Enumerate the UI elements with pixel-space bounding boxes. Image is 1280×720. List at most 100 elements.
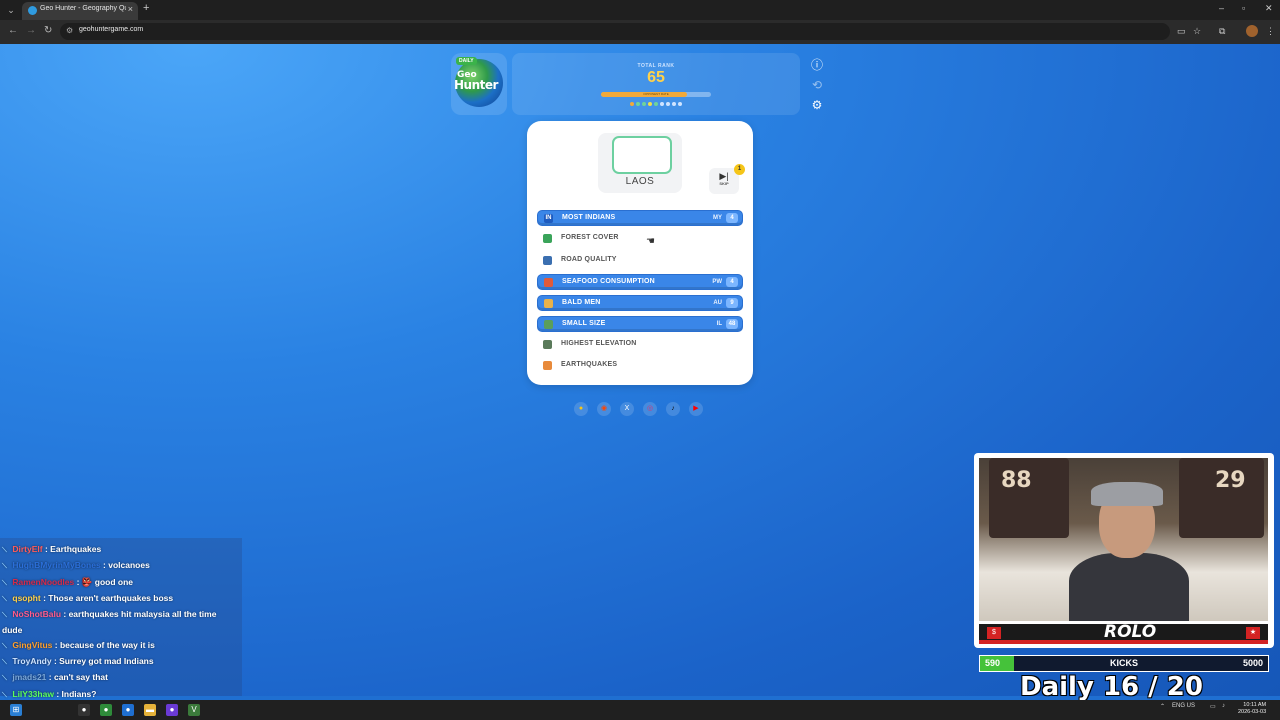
tray-chevron-icon[interactable]: ⌃ [1160, 703, 1165, 710]
category-row[interactable]: FOREST COVER [537, 231, 743, 247]
sword-badge-icon: ⟍ [2, 596, 7, 603]
browser-tab-bar: ⌄ Geo Hunter - Geography Quiz × + – ▫ ✕ [0, 0, 1280, 20]
x-icon[interactable]: X [620, 402, 634, 416]
tiktok-icon[interactable]: ♪ [666, 402, 680, 416]
jersey-number: 88 [1001, 468, 1032, 493]
reddit-icon[interactable]: ◉ [597, 402, 611, 416]
volume-icon[interactable]: ♪ [1222, 703, 1225, 709]
maximize-icon[interactable]: ▫ [1242, 3, 1245, 13]
tab-search-icon[interactable]: ⌄ [4, 3, 18, 17]
chat-username: DirtyElf [12, 544, 43, 554]
chat-username: RamenNoodles [12, 577, 75, 587]
question-card: LAOS ▶| SKIP 1 IN MOST INDIANS MY 4 FOREST C… [527, 121, 753, 385]
taskbar-app-icon[interactable]: V [188, 704, 200, 716]
new-tab-button[interactable]: + [143, 2, 149, 14]
chat-username: TroyAndy [12, 656, 52, 666]
category-row[interactable]: SEAFOOD CONSUMPTION PW 4 [537, 274, 743, 290]
chat-text: Surrey got mad Indians [59, 656, 154, 666]
category-row[interactable]: EARTHQUAKES [537, 358, 743, 374]
category-row[interactable]: SMALL SIZE IL 48 [537, 316, 743, 332]
category-label: BALD MEN [562, 299, 601, 306]
sword-badge-icon: ⟍ [2, 547, 7, 554]
instagram-icon[interactable]: ◎ [643, 402, 657, 416]
webcam-banner: $ ROLO ★ [979, 622, 1268, 644]
chat-text: Earthquakes [50, 544, 102, 554]
progress-dot [636, 102, 640, 106]
chat-text: volcanoes [108, 560, 150, 570]
rank-panel: TOTAL RANK 65 OPPONENT RATE [512, 53, 800, 115]
file-explorer-icon[interactable]: ▬ [144, 704, 156, 716]
browser-menu-icon[interactable]: ⋮ [1266, 26, 1275, 37]
profile-avatar[interactable] [1246, 25, 1258, 37]
start-icon[interactable]: ⊞ [10, 704, 22, 716]
category-icon: IN [544, 214, 553, 223]
chat-text: because of the way it is [59, 640, 155, 650]
streamer-body [1069, 553, 1189, 621]
youtube-icon[interactable]: ▶ [689, 402, 703, 416]
webcam-frame: 88 29 $ ROLO ★ [974, 453, 1274, 648]
chat-username: qsopht [12, 593, 41, 603]
chat-text: 👺 good one [81, 577, 133, 587]
category-label: HIGHEST ELEVATION [561, 340, 637, 347]
category-icon [543, 340, 552, 349]
progress-dot [678, 102, 682, 106]
extensions-icon[interactable]: ⧉ [1219, 26, 1225, 37]
geo-hunter-logo[interactable]: DAILY Geo Hunter [451, 53, 507, 115]
rank-score-badge: 48 [726, 319, 738, 329]
site-info-icon[interactable]: ⚙ [66, 26, 73, 35]
webcam-video: 88 29 [979, 458, 1268, 621]
progress-dot [666, 102, 670, 106]
rolo-logo: ROLO [1104, 622, 1157, 642]
favicon-icon [28, 6, 37, 15]
url-text: geohuntergame.com [79, 26, 144, 33]
category-row[interactable]: BALD MEN AU 9 [537, 295, 743, 311]
url-field[interactable]: ⚙ geohuntergame.com [60, 23, 1170, 40]
chat-message: ⟍ jmads21 : can't say that [2, 670, 238, 686]
taskbar-app-icon[interactable]: ● [100, 704, 112, 716]
chat-username: LilY33haw [12, 689, 54, 699]
mouse-cursor-icon: ☚ [646, 236, 655, 247]
browser-tab[interactable]: Geo Hunter - Geography Quiz × [22, 2, 138, 20]
category-icon [544, 278, 553, 287]
rank-progress-bar: OPPONENT RATE [601, 92, 711, 97]
info-icon[interactable]: ⓘ [810, 58, 824, 72]
forward-icon[interactable]: → [26, 25, 36, 36]
category-icon [543, 361, 552, 370]
progress-dot [672, 102, 676, 106]
category-row[interactable]: IN MOST INDIANS MY 4 [537, 210, 743, 226]
rank-score-badge: 4 [726, 213, 738, 223]
cast-icon[interactable]: ▭ [1177, 26, 1186, 37]
reload-icon[interactable]: ↻ [44, 25, 52, 36]
patreon-icon[interactable]: ● [574, 402, 588, 416]
taskbar-app-icon[interactable]: ● [78, 704, 90, 716]
country-code: IL [716, 321, 722, 327]
refresh-icon[interactable]: ⟲ [810, 78, 824, 92]
stream-chat-overlay: ⟍ DirtyElf : Earthquakes ⟍ HughBMyrinMyBo… [0, 538, 242, 715]
logo-text-hunter: Hunter [454, 78, 498, 92]
category-row[interactable]: ROAD QUALITY [537, 253, 743, 269]
settings-gear-icon[interactable]: ⚙ [810, 98, 824, 112]
minimize-icon[interactable]: – [1219, 3, 1224, 13]
taskbar-app-icon[interactable]: ● [122, 704, 134, 716]
sword-badge-icon: ⟍ [2, 612, 7, 619]
address-bar-row: ← → ↻ ⚙ geohuntergame.com ▭ ☆ ⧉ ⋮ [0, 20, 1280, 44]
skip-button[interactable]: ▶| SKIP 1 [709, 164, 745, 194]
clock[interactable]: 10:11 AM 2026-03-03 [1238, 702, 1266, 716]
bookmark-star-icon[interactable]: ☆ [1193, 26, 1201, 37]
language-indicator[interactable]: ENG US [1172, 703, 1195, 710]
taskbar-app-icon[interactable]: ● [166, 704, 178, 716]
chat-text: can't say that [53, 672, 108, 682]
kicks-goal-bar: 590 KICKS 5000 [979, 655, 1269, 672]
chat-message: ⟍ RamenNoodles : 👺 good one [2, 575, 238, 591]
clock-time: 10:11 AM [1243, 702, 1267, 708]
close-window-icon[interactable]: ✕ [1265, 3, 1273, 14]
network-icon[interactable]: ▭ [1210, 703, 1216, 710]
country-panel: LAOS [598, 133, 682, 193]
chat-username: GingVitus [12, 640, 53, 650]
back-icon[interactable]: ← [8, 25, 18, 36]
progress-dot [642, 102, 646, 106]
tab-close-icon[interactable]: × [128, 4, 133, 14]
category-icon [544, 320, 553, 329]
chat-username: jmads21 [12, 672, 47, 682]
category-row[interactable]: HIGHEST ELEVATION [537, 337, 743, 353]
